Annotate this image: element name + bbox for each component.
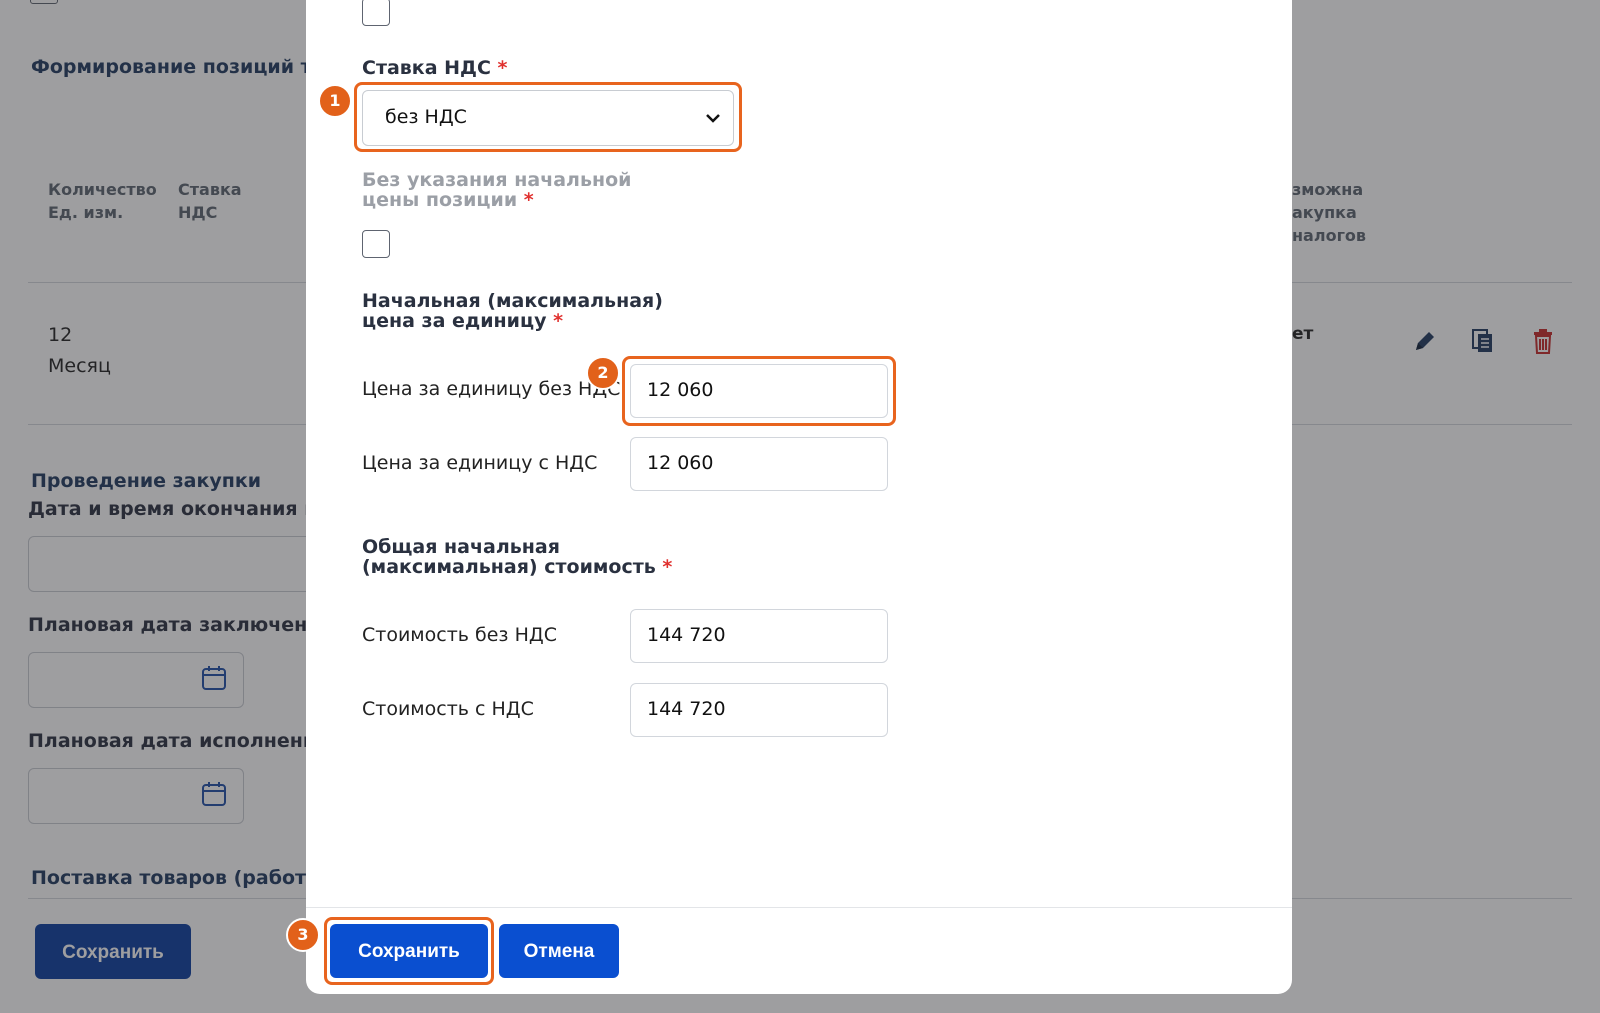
position-edit-dialog: Ставка НДС * без НДС 1 Без указания нача…	[286, 0, 1292, 994]
dialog-footer-divider	[306, 907, 1292, 908]
step-badge-3: 3	[286, 918, 320, 952]
total-cost-label: Общая начальная (максимальная) стоимость…	[362, 536, 673, 578]
no-start-price-label: Без указания начальной цены позиции *	[362, 169, 632, 211]
dialog-top-checkbox[interactable]	[362, 0, 390, 26]
total-no-vat-input[interactable]: 144 720	[630, 609, 888, 663]
unit-price-with-vat-input[interactable]: 12 060	[630, 437, 888, 491]
total-with-vat-input[interactable]: 144 720	[630, 683, 888, 737]
unit-price-no-vat-label: Цена за единицу без НДС	[362, 378, 621, 400]
no-start-price-checkbox[interactable]	[362, 230, 390, 258]
highlight-step-3	[324, 917, 494, 985]
total-with-vat-label: Стоимость с НДС	[362, 698, 534, 720]
start-price-label: Начальная (максимальная) цена за единицу…	[362, 290, 663, 332]
dialog-cancel-button[interactable]: Отмена	[499, 924, 619, 978]
vat-rate-label: Ставка НДС *	[362, 57, 508, 79]
step-badge-2: 2	[586, 356, 620, 390]
highlight-step-2	[622, 356, 896, 426]
total-no-vat-label: Стоимость без НДС	[362, 624, 557, 646]
highlight-step-1	[354, 82, 742, 152]
step-badge-1: 1	[318, 84, 352, 118]
unit-price-with-vat-label: Цена за единицу с НДС	[362, 452, 598, 474]
